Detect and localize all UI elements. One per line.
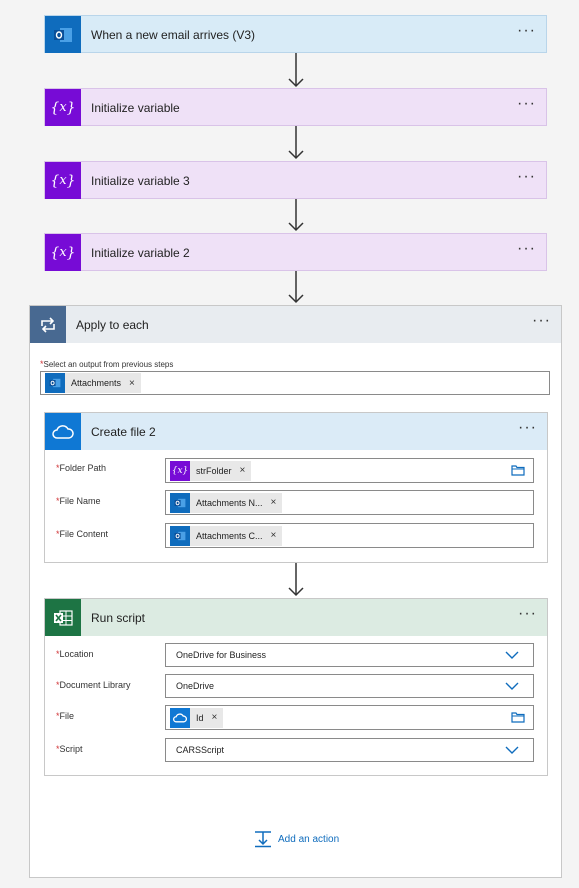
arrow-down-icon [288,126,304,160]
remove-token-button[interactable]: × [212,712,218,723]
outlook-icon [170,492,190,513]
file-label: * File [56,711,75,721]
arrow-down-icon [288,53,304,88]
create-file-header[interactable]: Create file 2 ··· [45,413,547,450]
step-initialize-variable[interactable]: {x} Initialize variable ··· [44,88,547,126]
loop-icon [30,306,66,343]
add-action-button[interactable]: Add an action [254,830,339,848]
outlook-icon [45,16,81,53]
step-title: Initialize variable 2 [91,245,190,260]
add-action-label: Add an action [278,833,340,845]
chevron-down-icon[interactable] [505,744,519,756]
arrow-down-icon [288,271,304,304]
variable-icon: {x} [45,89,81,126]
more-options-button[interactable]: ··· [518,606,537,622]
chevron-down-icon[interactable] [505,680,519,692]
variable-icon: {x} [45,234,81,271]
folder-picker-icon[interactable] [511,464,525,476]
token-attachments-name[interactable]: Attachments N... × [170,492,283,513]
document-library-dropdown[interactable]: OneDrive [165,674,534,698]
select-output-label: * Select an output from previous steps [40,359,174,369]
step-title: Create file 2 [91,424,156,439]
remove-token-button[interactable]: × [240,465,246,476]
step-title: Run script [91,610,146,625]
token-attachments[interactable]: Attachments × [45,373,141,393]
document-library-label: * Document Library [56,680,131,690]
run-script-header[interactable]: Run script ··· [45,599,547,636]
chevron-down-icon[interactable] [505,649,519,661]
folder-picker-icon[interactable] [511,711,525,723]
more-options-button[interactable]: ··· [517,23,536,39]
script-label: * Script [56,744,83,754]
step-email-trigger[interactable]: When a new email arrives (V3) ··· [44,15,547,53]
location-dropdown[interactable]: OneDrive for Business [165,643,534,667]
more-options-button[interactable]: ··· [517,169,536,185]
more-options-button[interactable]: ··· [518,420,537,436]
onedrive-icon [170,707,190,728]
step-title: When a new email arrives (V3) [91,27,256,42]
remove-token-button[interactable]: × [271,497,277,508]
token-strfolder[interactable]: {x} strFolder × [170,460,252,481]
file-content-label: * File Content [56,529,109,539]
file-input[interactable]: Id × [165,705,534,730]
token-id[interactable]: Id × [170,707,224,728]
add-action-icon [255,831,271,848]
file-name-input[interactable]: Attachments N... × [165,490,534,515]
token-attachments-content[interactable]: Attachments C... × [170,525,283,546]
step-title: Initialize variable 3 [91,173,190,188]
remove-token-button[interactable]: × [129,378,135,389]
script-dropdown[interactable]: CARSScript [165,738,534,762]
outlook-icon [45,373,65,393]
folder-path-label: * Folder Path [56,463,107,473]
step-initialize-variable-3[interactable]: {x} Initialize variable 3 ··· [44,161,547,199]
outlook-icon [170,525,190,546]
arrow-down-icon [288,563,304,597]
select-output-input[interactable]: Attachments × [40,371,550,395]
excel-icon [45,599,81,636]
step-title: Initialize variable [91,100,180,115]
onedrive-icon [45,413,81,450]
variable-icon: {x} [45,162,81,199]
more-options-button[interactable]: ··· [532,313,551,329]
file-content-input[interactable]: Attachments C... × [165,523,534,548]
variable-icon: {x} [170,460,190,481]
more-options-button[interactable]: ··· [517,241,536,257]
remove-token-button[interactable]: × [271,530,277,541]
location-label: * Location [56,649,94,659]
file-name-label: * File Name [56,496,101,506]
apply-to-each-header[interactable]: Apply to each ··· [30,306,561,343]
step-initialize-variable-2[interactable]: {x} Initialize variable 2 ··· [44,233,547,271]
step-title: Apply to each [76,317,149,332]
arrow-down-icon [288,199,304,232]
more-options-button[interactable]: ··· [517,96,536,112]
folder-path-input[interactable]: {x} strFolder × [165,458,534,483]
